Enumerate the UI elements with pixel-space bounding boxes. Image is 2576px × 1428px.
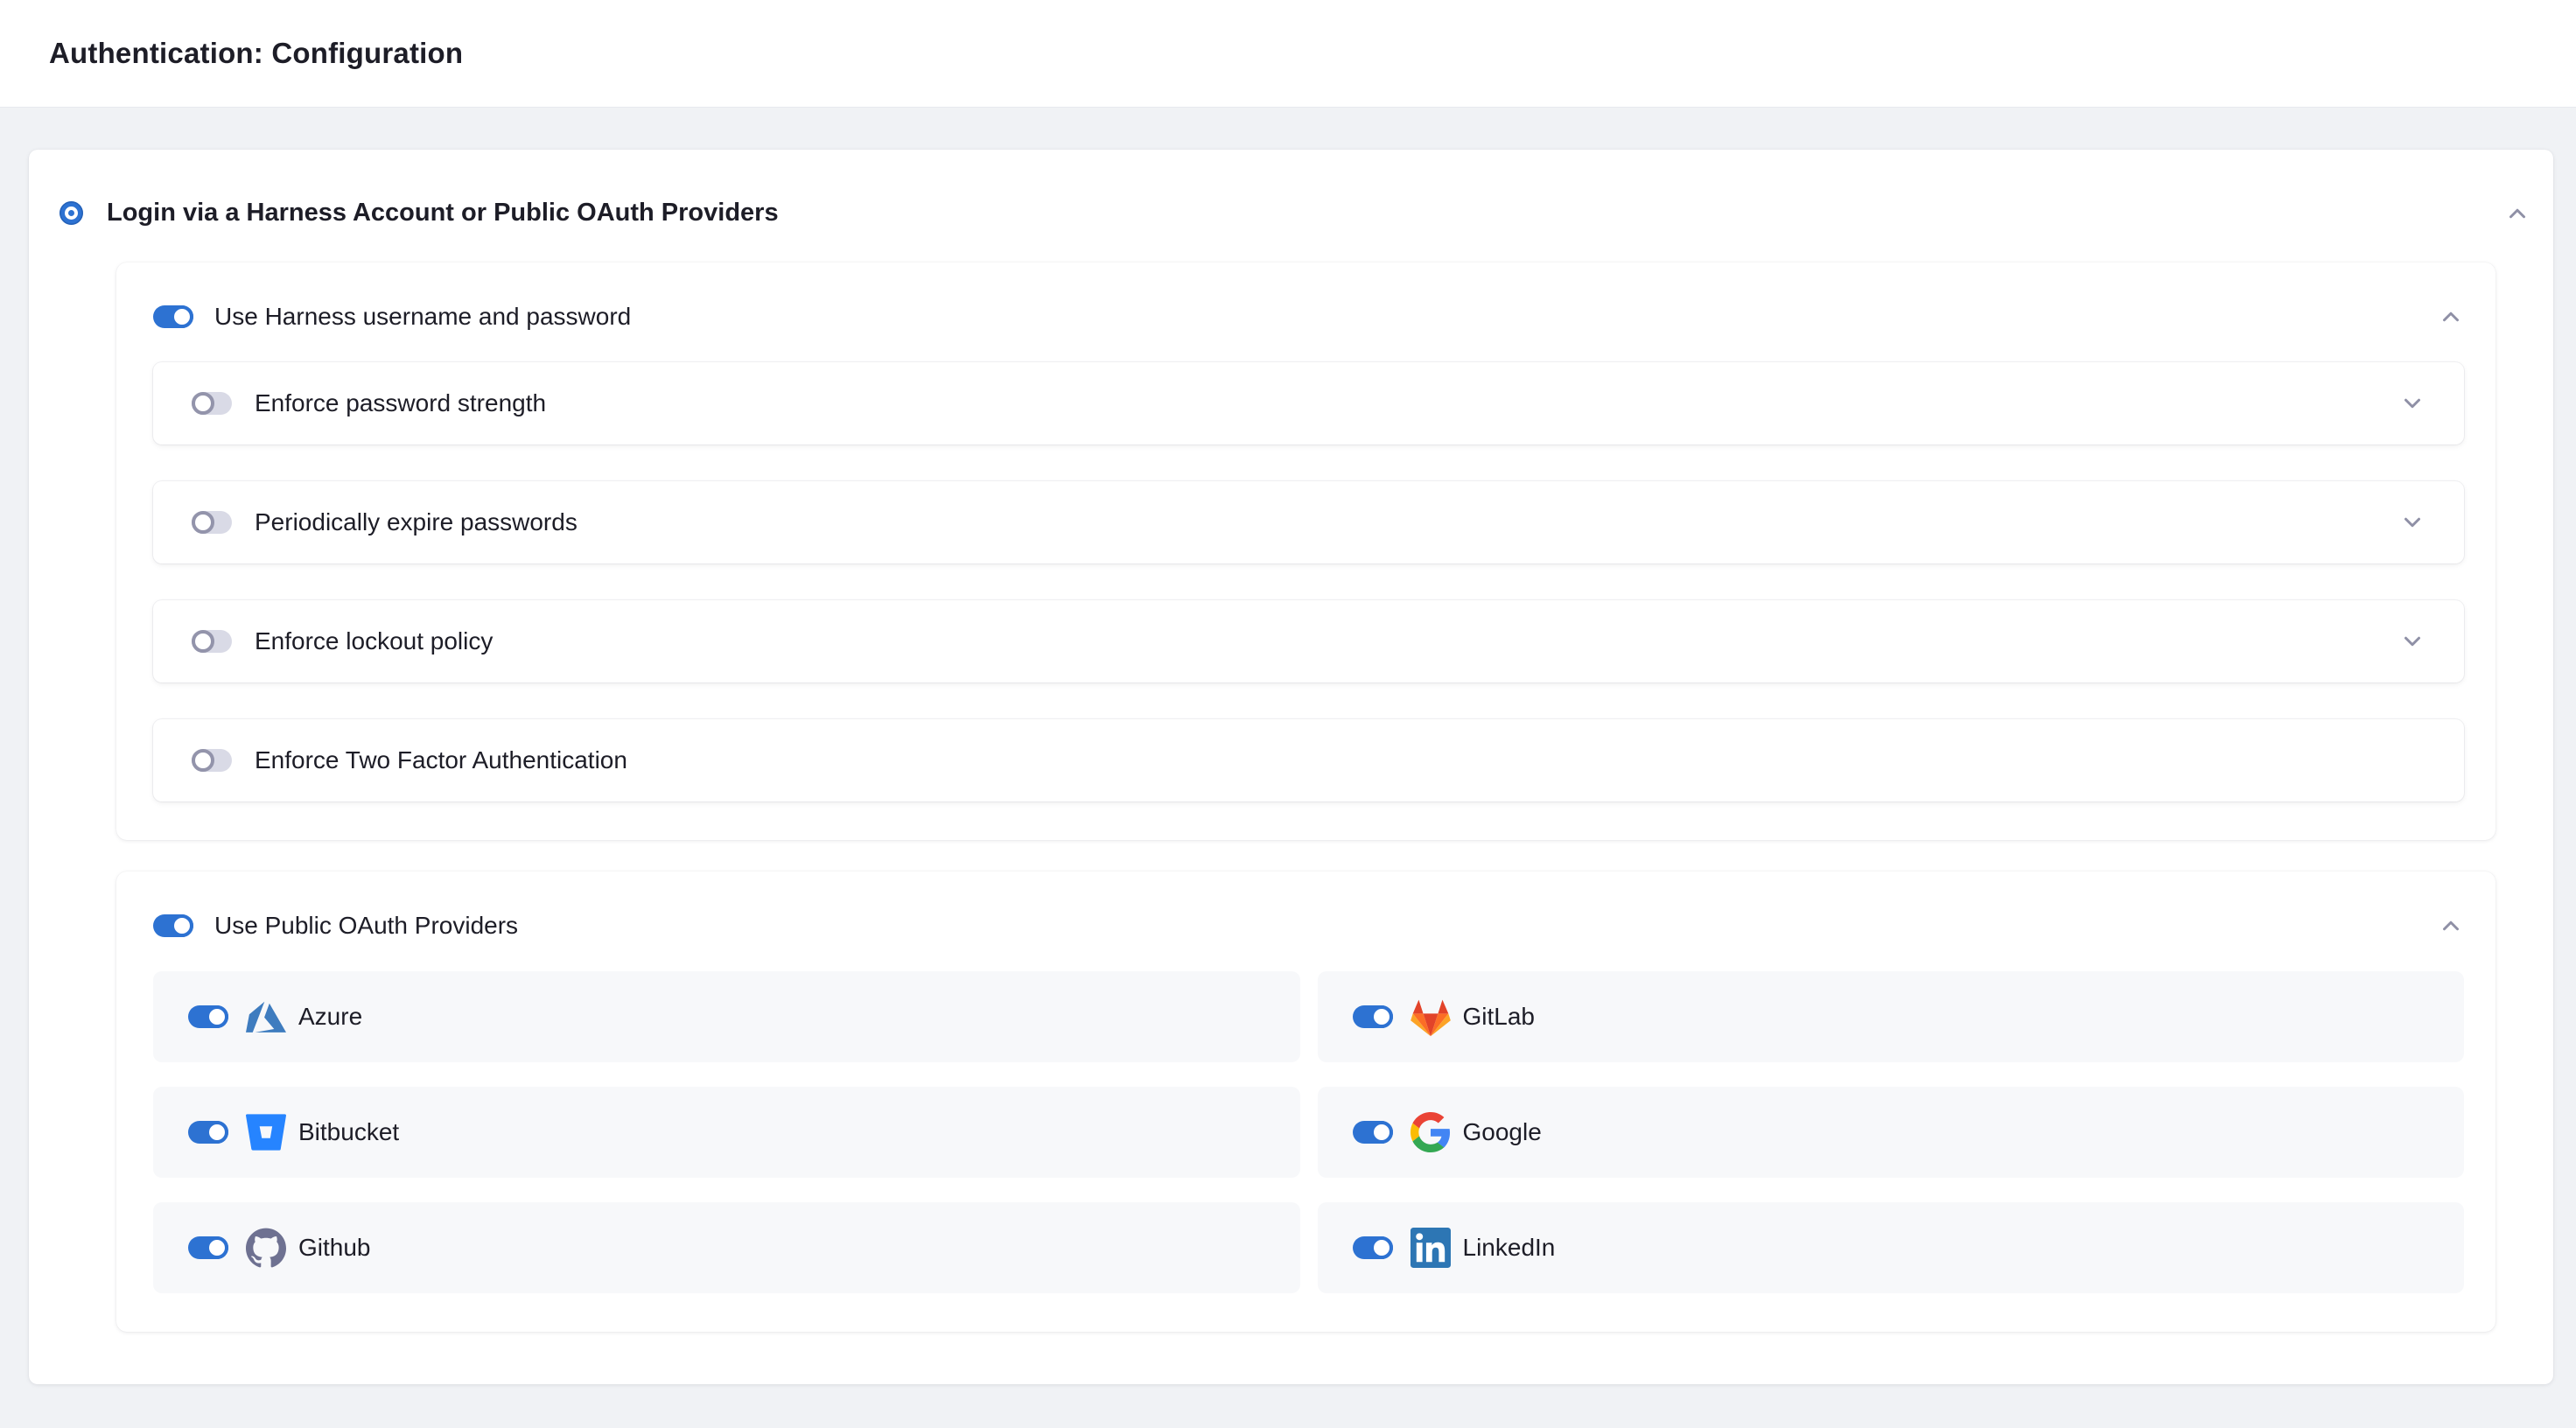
gitlab-toggle[interactable] xyxy=(1353,1005,1393,1028)
provider-row-linkedin: LinkedIn xyxy=(1318,1202,2465,1293)
provider-label: GitLab xyxy=(1463,1003,1536,1031)
option-label: Enforce lockout policy xyxy=(255,627,493,655)
toggle-knob xyxy=(206,1005,228,1028)
provider-label: Github xyxy=(298,1234,371,1262)
login-method-radio[interactable] xyxy=(60,201,83,225)
login-method-row[interactable]: Login via a Harness Account or Public OA… xyxy=(60,199,2530,228)
option-row-periodically-expire-passwords[interactable]: Periodically expire passwords xyxy=(153,481,2464,564)
provider-label: Google xyxy=(1463,1118,1542,1146)
github-toggle[interactable] xyxy=(188,1236,228,1259)
enforce-two-factor-authentication-toggle[interactable] xyxy=(192,749,232,772)
provider-row-bitbucket: Bitbucket xyxy=(153,1087,1300,1178)
bitbucket-toggle[interactable] xyxy=(188,1121,228,1144)
toggle-knob xyxy=(192,749,214,772)
provider-row-google: Google xyxy=(1318,1087,2465,1178)
login-method-body: Use Harness username and password Enforc… xyxy=(116,262,2496,1332)
enforce-lockout-policy-toggle[interactable] xyxy=(192,630,232,653)
option-row-enforce-password-strength[interactable]: Enforce password strength xyxy=(153,362,2464,444)
provider-row-azure: Azure xyxy=(153,971,1300,1062)
page-title: Authentication: Configuration xyxy=(49,37,463,70)
bitbucket-icon xyxy=(246,1112,286,1152)
page-header: Authentication: Configuration xyxy=(0,0,2576,108)
provider-row-gitlab: GitLab xyxy=(1318,971,2465,1062)
google-toggle[interactable] xyxy=(1353,1121,1393,1144)
option-row-enforce-lockout-policy[interactable]: Enforce lockout policy xyxy=(153,600,2464,682)
toggle-knob xyxy=(192,511,214,534)
auth-settings-page: Login via a Harness Account or Public OA… xyxy=(0,108,2576,1384)
azure-toggle[interactable] xyxy=(188,1005,228,1028)
provider-label: Azure xyxy=(298,1003,362,1031)
option-label: Enforce password strength xyxy=(255,389,546,417)
chevron-down-icon[interactable] xyxy=(2399,628,2426,654)
toggle-knob xyxy=(192,392,214,415)
chevron-up-icon[interactable] xyxy=(2438,913,2464,939)
azure-icon xyxy=(246,997,286,1037)
toggle-knob xyxy=(171,305,193,328)
github-icon xyxy=(246,1228,286,1268)
provider-grid: Azure xyxy=(153,971,2464,1293)
linkedin-icon xyxy=(1410,1228,1451,1268)
toggle-knob xyxy=(171,914,193,937)
enforce-password-strength-toggle[interactable] xyxy=(192,392,232,415)
provider-label: Bitbucket xyxy=(298,1118,399,1146)
chevron-up-icon[interactable] xyxy=(2504,200,2530,227)
oauth-providers-header: Use Public OAuth Providers xyxy=(153,901,2464,950)
toggle-knob xyxy=(206,1236,228,1259)
toggle-knob xyxy=(206,1121,228,1144)
linkedin-toggle[interactable] xyxy=(1353,1236,1393,1259)
toggle-knob xyxy=(1370,1236,1393,1259)
option-label: Periodically expire passwords xyxy=(255,508,578,536)
provider-row-github: Github xyxy=(153,1202,1300,1293)
login-method-label: Login via a Harness Account or Public OA… xyxy=(107,199,779,228)
harness-login-header: Use Harness username and password xyxy=(153,292,2464,341)
password-options-list: Enforce password strength Periodically e… xyxy=(153,362,2464,802)
toggle-knob xyxy=(1370,1005,1393,1028)
harness-login-card: Use Harness username and password Enforc… xyxy=(116,262,2496,840)
option-row-enforce-two-factor-authentication[interactable]: Enforce Two Factor Authentication xyxy=(153,719,2464,802)
periodically-expire-passwords-toggle[interactable] xyxy=(192,511,232,534)
provider-label: LinkedIn xyxy=(1463,1234,1556,1262)
toggle-knob xyxy=(1370,1121,1393,1144)
harness-login-label: Use Harness username and password xyxy=(214,303,631,331)
oauth-providers-label: Use Public OAuth Providers xyxy=(214,912,518,940)
auth-config-card: Login via a Harness Account or Public OA… xyxy=(29,150,2553,1384)
public-oauth-providers-toggle[interactable] xyxy=(153,914,193,937)
chevron-up-icon[interactable] xyxy=(2438,304,2464,330)
gitlab-icon xyxy=(1410,997,1451,1037)
toggle-knob xyxy=(192,630,214,653)
option-label: Enforce Two Factor Authentication xyxy=(255,746,627,774)
harness-username-password-toggle[interactable] xyxy=(153,305,193,328)
oauth-providers-card: Use Public OAuth Providers Azure xyxy=(116,872,2496,1332)
google-icon xyxy=(1410,1112,1451,1152)
chevron-down-icon[interactable] xyxy=(2399,509,2426,536)
chevron-down-icon[interactable] xyxy=(2399,390,2426,416)
